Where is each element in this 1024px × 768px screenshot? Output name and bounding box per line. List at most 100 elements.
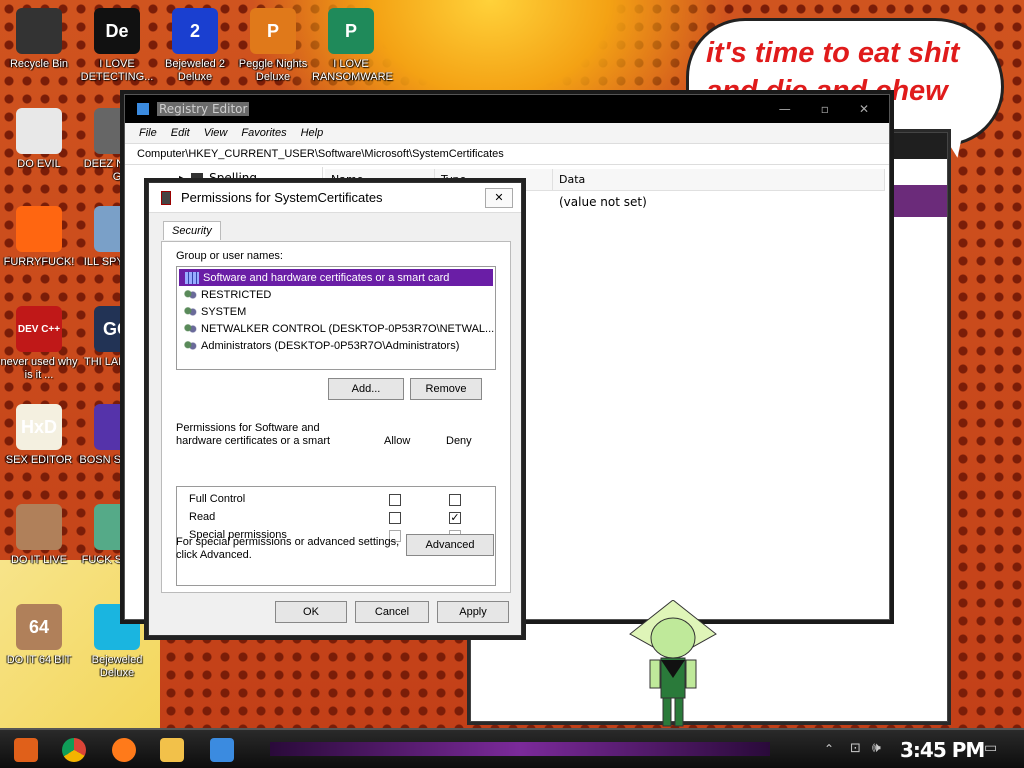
network-icon[interactable]: ⊡ [850,741,861,756]
registry-editor-titlebar[interactable]: Registry Editor — ▫ ✕ [125,95,889,123]
desktop-icon-label: Recycle Bin [9,58,69,70]
permissions-dialog-title: Permissions for SystemCertificates [181,190,383,205]
deny-column-label: Deny [446,435,472,447]
group-list[interactable]: Software and hardware certificates or a … [176,266,496,370]
permission-name: Full Control [189,493,246,505]
desktop-icon[interactable]: 64 DO IT 64 BIT [0,604,78,667]
group-name: SYSTEM [201,305,247,318]
firefox-icon [16,206,62,252]
user-group-icon [183,305,197,318]
desktop-icon[interactable]: HxD SEX EDITOR [0,404,78,467]
firefox-taskbar-icon[interactable] [112,738,136,762]
desktop-icon[interactable]: DO IT LIVE [0,504,78,567]
deny-checkbox[interactable]: ✓ [449,512,461,524]
desktop-icon-label: I LOVE DETECTING... [80,58,154,83]
address-bar[interactable]: Computer\HKEY_CURRENT_USER\Software\Micr… [125,143,889,165]
add-button[interactable]: Add... [328,378,404,400]
desktop-icon[interactable]: P Peggle Nights Deluxe [234,8,312,84]
advanced-hint-line2: click Advanced. [176,549,252,561]
taskbar: ⌃ ⊡ 🕪 3:45 PM ▭ [0,728,1024,768]
group-list-item[interactable]: Software and hardware certificates or a … [179,269,493,286]
volume-icon[interactable]: 🕪 [872,740,881,756]
start-icon[interactable] [14,738,38,762]
taskbar-decoration [270,742,770,756]
cartoon-character [629,600,717,727]
group-list-item[interactable]: SYSTEM [177,303,495,320]
group-name: NETWALKER CONTROL (DESKTOP-0P53R7O\NETWA… [201,322,495,335]
permission-name: Read [189,511,216,523]
ok-button[interactable]: OK [275,601,347,623]
group-name: Software and hardware certificates or a … [203,271,450,284]
registry-editor-title: Registry Editor [157,102,250,116]
menu-item-file[interactable]: File [139,127,157,139]
bejeweled2-icon: 2 [172,8,218,54]
devcpp-icon: DEV C++ [16,306,62,352]
menu-item-edit[interactable]: Edit [171,127,190,139]
dialog-app-icon [161,190,171,205]
registry-editor-icon [137,103,149,115]
advanced-hint-line1: For special permissions or advanced sett… [176,536,400,548]
permissions-dialog[interactable]: Permissions for SystemCertificates ✕ Sec… [148,182,522,636]
remove-button[interactable]: Remove [410,378,482,400]
close-icon[interactable]: ✕ [859,102,869,116]
publisher-icon: P [328,8,374,54]
permissions-label-line2: hardware certificates or a smart [176,435,331,447]
deny-checkbox[interactable] [449,494,461,506]
chrome-taskbar-icon[interactable] [62,738,86,762]
taskbar-clock[interactable]: 3:45 PM [900,738,985,762]
desktop-icon-label: FURRYFUCK! [3,256,75,268]
permissions-dialog-titlebar[interactable]: Permissions for SystemCertificates ✕ [149,183,521,213]
recycle-bin-icon [16,8,62,54]
menu-item-help[interactable]: Help [301,127,324,139]
column-data[interactable]: Data [553,169,885,190]
desktop-icon-label: Bejeweled 2 Deluxe [165,58,225,83]
file-explorer-icon[interactable] [160,738,184,762]
tray-chevron-icon[interactable]: ⌃ [824,742,834,756]
desktop-icon-label: Peggle Nights Deluxe [238,58,308,83]
apply-button[interactable]: Apply [437,601,509,623]
desktop-icon[interactable]: Recycle Bin [0,8,78,71]
desktop-icon-label: I LOVE RANSOMWARE [312,58,393,83]
detective-app-icon: De [94,8,140,54]
cancel-button[interactable]: Cancel [355,601,429,623]
registry-editor-taskbar-icon[interactable] [210,738,234,762]
desktop-icon[interactable]: FURRYFUCK! [0,206,78,269]
maximize-icon[interactable]: ▫ [821,102,829,116]
allow-checkbox[interactable] [389,494,401,506]
tab-security[interactable]: Security [163,221,221,240]
menu-item-view[interactable]: View [204,127,228,139]
group-name: RESTRICTED [201,288,272,301]
permissions-label-line1: Permissions for Software and [176,422,320,434]
desktop-icon[interactable]: P I LOVE RANSOMWARE [312,8,393,84]
group-names-label: Group or user names: [176,250,283,262]
portrait-app-icon [16,504,62,550]
background-window-search-bar[interactable] [891,185,947,217]
desktop-icon-label: DO IT LIVE [10,554,68,566]
minimize-icon[interactable]: — [779,102,791,116]
value-data: (value not set) [559,195,647,209]
chrome-icon [16,108,62,154]
group-list-item[interactable]: NETWALKER CONTROL (DESKTOP-0P53R7O\NETWA… [177,320,495,337]
hxd-editor-icon: HxD [16,404,62,450]
dialog-close-button[interactable]: ✕ [485,187,513,208]
portrait-64bit-icon: 64 [16,604,62,650]
desktop-icon-label: never used why is it ... [0,356,78,381]
user-group-icon [183,322,197,335]
desktop-icon[interactable]: De I LOVE DETECTING... [78,8,156,84]
registry-menu-bar: File Edit View Favorites Help [125,123,889,143]
group-list-item[interactable]: Administrators (DESKTOP-0P53R7O\Administ… [177,337,495,354]
advanced-button[interactable]: Advanced [406,534,494,556]
group-name: Administrators (DESKTOP-0P53R7O\Administ… [201,339,460,352]
desktop-icon[interactable]: DO EVIL [0,108,78,171]
desktop-icon-label: DO EVIL [17,158,61,170]
peggle-icon: P [250,8,296,54]
menu-item-favorites[interactable]: Favorites [241,127,286,139]
desktop-icon-label: DO IT 64 BIT [6,654,72,666]
allow-checkbox[interactable] [389,512,401,524]
desktop-icon[interactable]: 2 Bejeweled 2 Deluxe [156,8,234,84]
allow-column-label: Allow [384,435,411,447]
desktop-icon[interactable]: DEV C++ never used why is it ... [0,306,78,382]
desktop-icon-label: SEX EDITOR [5,454,73,466]
notifications-icon[interactable]: ▭ [984,740,997,756]
group-list-item[interactable]: RESTRICTED [177,286,495,303]
